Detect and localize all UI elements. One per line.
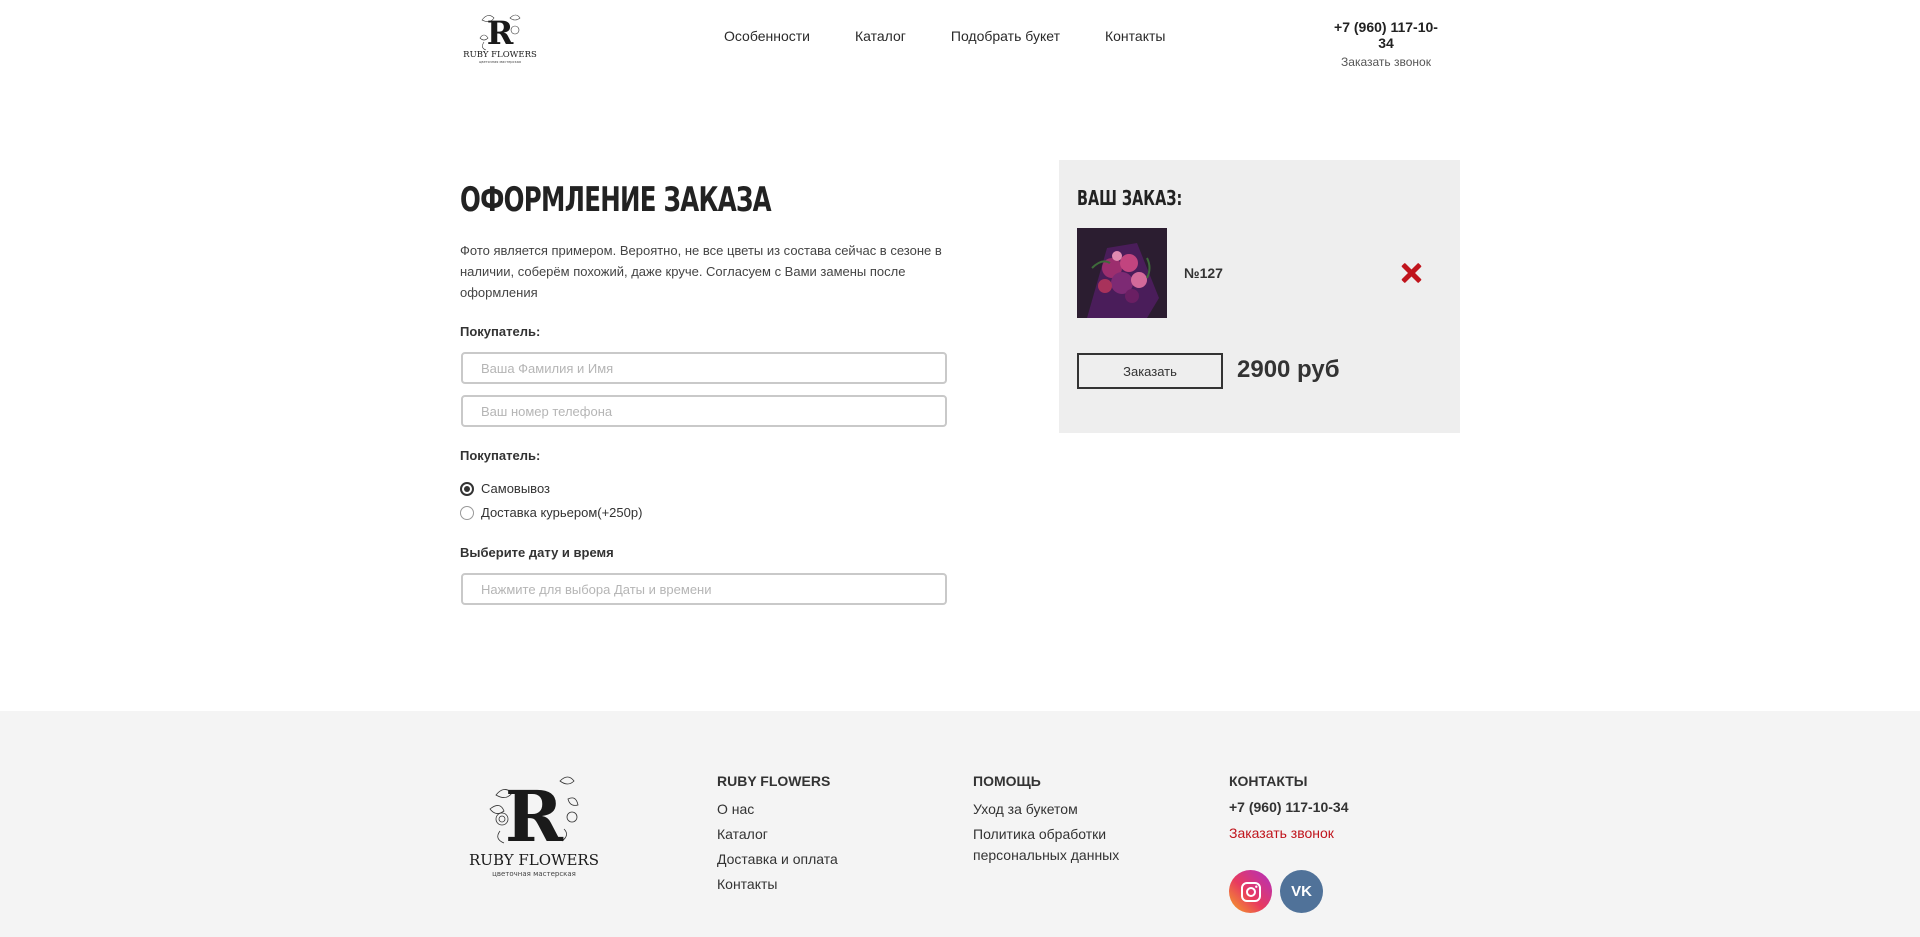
nav-contacts[interactable]: Контакты bbox=[1105, 28, 1165, 44]
pickup-label: Самовывоз bbox=[481, 481, 550, 496]
delivery-option-courier[interactable]: Доставка курьером(+250р) bbox=[460, 505, 642, 520]
delivery-label: Покупатель: bbox=[460, 448, 541, 463]
footer-logo[interactable]: R RUBY FLOWERS цветочная мастерская bbox=[460, 769, 608, 881]
nav-pick-bouquet[interactable]: Подобрать букет bbox=[951, 28, 1060, 44]
footer-link-delivery[interactable]: Доставка и оплата bbox=[717, 849, 838, 870]
place-order-button[interactable]: Заказать bbox=[1077, 353, 1223, 389]
order-item-name: №127 bbox=[1184, 265, 1223, 281]
footer-link-about[interactable]: О нас bbox=[717, 799, 838, 820]
footer-link-privacy[interactable]: Политика обработки персональных данных bbox=[973, 824, 1143, 866]
photo-note: Фото является примером. Вероятно, не все… bbox=[460, 243, 942, 300]
order-summary: ВАШ ЗАКАЗ: №127 Заказать 2900 руб bbox=[1059, 160, 1460, 433]
pickup-radio[interactable] bbox=[460, 481, 474, 496]
svg-text:RUBY FLOWERS: RUBY FLOWERS bbox=[463, 50, 537, 60]
instagram-icon[interactable] bbox=[1229, 870, 1272, 913]
courier-label: Доставка курьером(+250р) bbox=[481, 505, 643, 520]
header-contacts: +7 (960) 117-10-34 Заказать звонок bbox=[1330, 19, 1442, 69]
social-links: VK bbox=[1229, 870, 1323, 913]
svg-text:цветочная мастерская: цветочная мастерская bbox=[479, 60, 521, 64]
footer-col-help: ПОМОЩЬ Уход за букетом Политика обработк… bbox=[973, 773, 1143, 870]
phone-input[interactable] bbox=[461, 395, 947, 427]
footer-link-contacts[interactable]: Контакты bbox=[717, 874, 838, 895]
page-title: ОФОРМЛЕНИЕ ЗАКАЗА bbox=[460, 180, 772, 220]
header-phone[interactable]: +7 (960) 117-10-34 bbox=[1330, 19, 1442, 51]
footer-col-contacts: КОНТАКТЫ +7 (960) 117-10-34 Заказать зво… bbox=[1229, 773, 1348, 841]
svg-text:цветочная мастерская: цветочная мастерская bbox=[492, 870, 576, 878]
nav-features[interactable]: Особенности bbox=[724, 28, 810, 44]
main-nav: Особенности Каталог Подобрать букет Конт… bbox=[724, 28, 1165, 44]
footer-contacts-title: КОНТАКТЫ bbox=[1229, 773, 1308, 789]
header-callback-link[interactable]: Заказать звонок bbox=[1330, 55, 1442, 69]
datetime-label: Выберите дату и время bbox=[460, 545, 614, 560]
remove-item-icon[interactable] bbox=[1399, 261, 1423, 285]
svg-text:R: R bbox=[487, 14, 514, 52]
nav-catalog[interactable]: Каталог bbox=[855, 28, 906, 44]
name-input[interactable] bbox=[461, 352, 947, 384]
svg-text:R: R bbox=[505, 775, 564, 858]
site-header: R RUBY FLOWERS цветочная мастерская Особ… bbox=[0, 0, 1920, 75]
footer-link-care[interactable]: Уход за букетом bbox=[973, 799, 1143, 820]
footer-col-company: RUBY FLOWERS О нас Каталог Доставка и оп… bbox=[717, 773, 838, 899]
datetime-input[interactable] bbox=[461, 573, 947, 605]
buyer-label: Покупатель: bbox=[460, 324, 541, 339]
vk-icon[interactable]: VK bbox=[1280, 870, 1323, 913]
delivery-option-pickup[interactable]: Самовывоз bbox=[460, 481, 550, 496]
footer-company-title: RUBY FLOWERS bbox=[717, 773, 831, 789]
footer-phone[interactable]: +7 (960) 117-10-34 bbox=[1229, 799, 1348, 815]
site-footer: R RUBY FLOWERS цветочная мастерская RUBY… bbox=[0, 711, 1920, 937]
svg-text:RUBY FLOWERS: RUBY FLOWERS bbox=[469, 851, 599, 869]
order-total-price: 2900 руб bbox=[1237, 356, 1340, 383]
bouquet-thumbnail[interactable] bbox=[1077, 228, 1167, 318]
courier-radio[interactable] bbox=[460, 505, 474, 520]
footer-callback-link[interactable]: Заказать звонок bbox=[1229, 825, 1348, 841]
footer-link-catalog[interactable]: Каталог bbox=[717, 824, 838, 845]
footer-help-title: ПОМОЩЬ bbox=[973, 773, 1041, 789]
order-title: ВАШ ЗАКАЗ: bbox=[1077, 186, 1183, 210]
ruby-flowers-logo[interactable]: R RUBY FLOWERS цветочная мастерская bbox=[460, 8, 540, 66]
